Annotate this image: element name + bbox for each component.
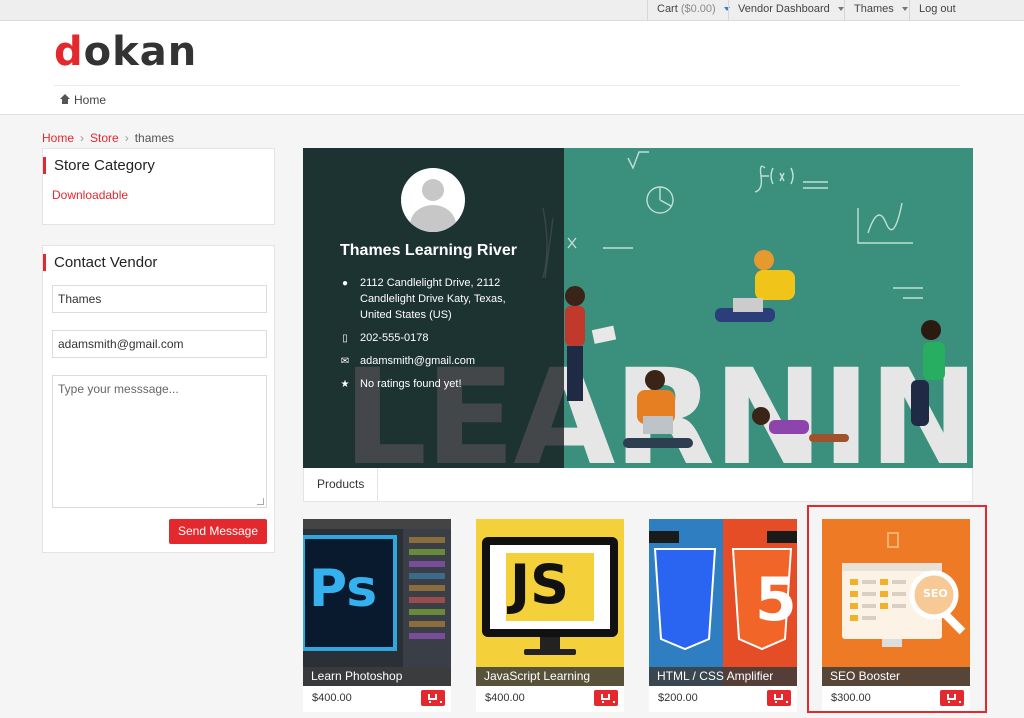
chevron-down-icon bbox=[837, 7, 844, 12]
logout-label: Log out bbox=[919, 3, 956, 15]
cart-total: ($0.00) bbox=[680, 3, 716, 15]
user-menu-label: Thames bbox=[854, 3, 894, 15]
store-phone: 202-555-0178 bbox=[360, 332, 429, 344]
product-thumbnail[interactable]: Ps bbox=[303, 519, 451, 686]
store-address: 2112 Candlelight Drive, 2112 Candlelight… bbox=[360, 277, 506, 321]
product-card[interactable]: Ps Learn Photoshop $400.00 bbox=[303, 519, 451, 712]
star-icon: ★ bbox=[340, 379, 350, 390]
nav-home-link[interactable]: Home bbox=[60, 93, 106, 107]
breadcrumb-current: thames bbox=[134, 131, 175, 145]
product-name[interactable]: JavaScript Learning bbox=[476, 667, 624, 686]
product-footer: $400.00 bbox=[303, 686, 451, 712]
nav-home-label: Home bbox=[74, 93, 107, 107]
dokan-logo[interactable]: dokan bbox=[54, 26, 197, 78]
store-banner: LEARNING Thames Learning River bbox=[303, 148, 973, 468]
resize-handle-icon[interactable] bbox=[257, 498, 264, 505]
logout-link[interactable]: Log out bbox=[909, 0, 965, 21]
mobile-phone-icon: ▯ bbox=[342, 333, 348, 344]
product-card[interactable]: JS JavaScript Learning $400.00 bbox=[476, 519, 624, 712]
add-to-cart-button[interactable] bbox=[767, 690, 791, 706]
product-footer: $400.00 bbox=[476, 686, 624, 712]
message-placeholder: Type your messsage... bbox=[58, 382, 179, 396]
selected-product-highlight bbox=[807, 505, 987, 713]
envelope-icon: ✉ bbox=[340, 356, 350, 367]
product-thumbnail[interactable]: 5 bbox=[649, 519, 797, 686]
breadcrumb-separator: › bbox=[124, 131, 129, 145]
add-to-cart-button[interactable] bbox=[594, 690, 618, 706]
product-name[interactable]: Learn Photoshop bbox=[303, 667, 451, 686]
product-price: $400.00 bbox=[485, 692, 525, 704]
contact-vendor-title: Contact Vendor bbox=[43, 254, 157, 271]
shopping-cart-icon bbox=[601, 694, 615, 703]
name-field[interactable]: Thames bbox=[52, 285, 267, 313]
product-thumb-text: Ps bbox=[309, 559, 378, 619]
product-footer: $200.00 bbox=[649, 686, 797, 712]
home-icon bbox=[60, 94, 70, 104]
add-to-cart-button[interactable] bbox=[421, 690, 445, 706]
site-header: dokan Home bbox=[0, 21, 1024, 115]
vendor-dashboard-menu[interactable]: Vendor Dashboard bbox=[728, 0, 853, 21]
product-thumb-text: 5 bbox=[755, 565, 797, 635]
store-category-widget: Store Category Downloadable bbox=[42, 148, 275, 225]
chevron-down-icon bbox=[901, 7, 908, 12]
cart-label: Cart bbox=[657, 3, 678, 15]
contact-vendor-widget: Contact Vendor Thames adamsmith@gmail.co… bbox=[42, 245, 275, 553]
store-email: adamsmith@gmail.com bbox=[360, 355, 476, 367]
store-rating: No ratings found yet! bbox=[360, 378, 462, 390]
shopping-cart-icon bbox=[428, 694, 442, 703]
breadcrumb-home[interactable]: Home bbox=[42, 131, 74, 145]
top-bar: Cart ($0.00) Vendor Dashboard Thames Log… bbox=[0, 0, 1024, 21]
map-marker-icon: ● bbox=[341, 278, 349, 289]
store-category-title: Store Category bbox=[43, 157, 155, 174]
tab-products[interactable]: Products bbox=[304, 468, 379, 501]
product-thumb-text: JS bbox=[510, 553, 569, 616]
send-message-button[interactable]: Send Message bbox=[169, 519, 267, 544]
product-thumbnail[interactable]: JS bbox=[476, 519, 624, 686]
message-textarea[interactable]: Type your messsage... bbox=[52, 375, 267, 508]
product-price: $400.00 bbox=[312, 692, 352, 704]
product-card[interactable]: 5 HTML / CSS Amplifier $200.00 bbox=[649, 519, 797, 712]
vendor-avatar bbox=[401, 168, 465, 232]
email-field[interactable]: adamsmith@gmail.com bbox=[52, 330, 267, 358]
store-name: Thames Learning River bbox=[340, 242, 517, 259]
vendor-dashboard-label: Vendor Dashboard bbox=[738, 3, 830, 15]
category-link-downloadable[interactable]: Downloadable bbox=[52, 188, 128, 202]
header-divider bbox=[54, 85, 960, 86]
breadcrumb-separator: › bbox=[80, 131, 85, 145]
breadcrumb: Home › Store › thames bbox=[42, 131, 174, 145]
product-price: $200.00 bbox=[658, 692, 698, 704]
product-name[interactable]: HTML / CSS Amplifier bbox=[649, 667, 797, 686]
breadcrumb-store[interactable]: Store bbox=[90, 131, 119, 145]
cart-menu[interactable]: Cart ($0.00) bbox=[647, 0, 739, 21]
shopping-cart-icon bbox=[774, 694, 788, 703]
store-tabs: Products bbox=[303, 468, 973, 502]
user-menu[interactable]: Thames bbox=[844, 0, 917, 21]
